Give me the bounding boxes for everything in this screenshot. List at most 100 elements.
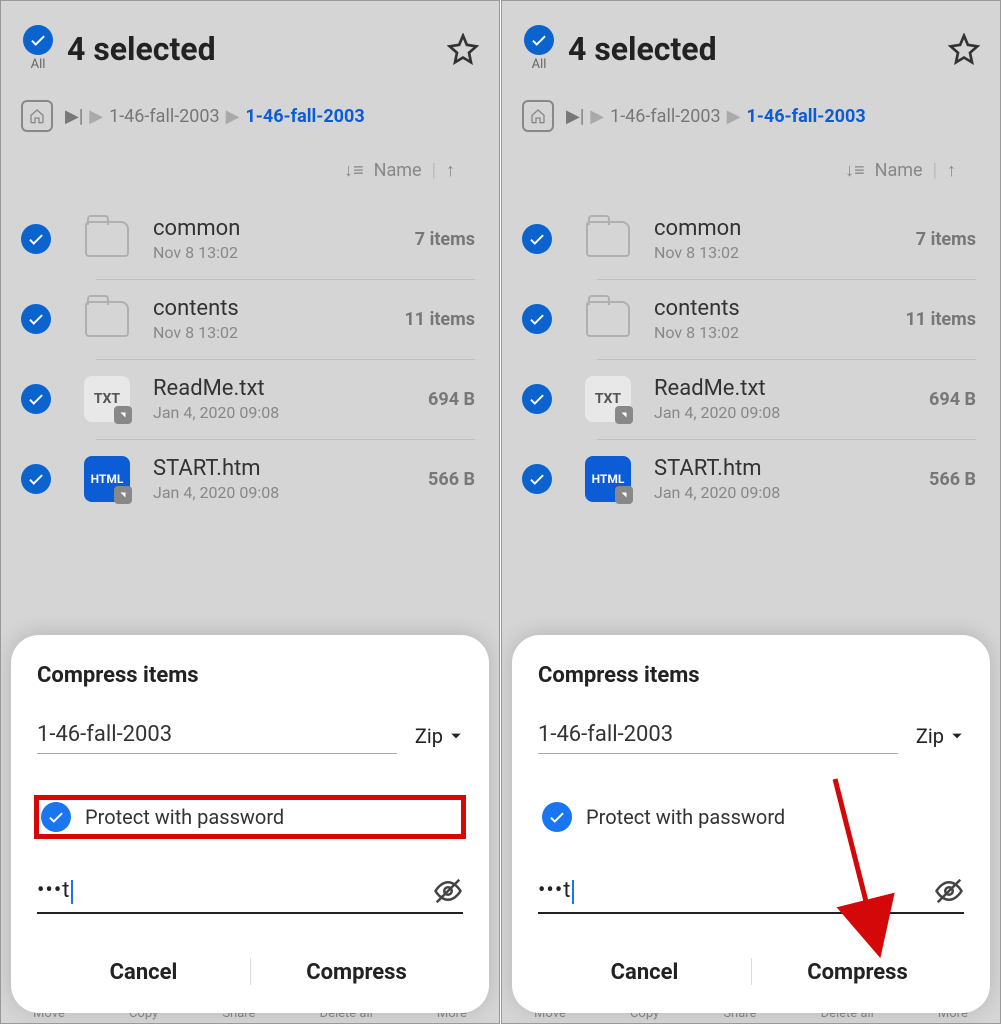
sheet-title: Compress items (538, 663, 964, 688)
compress-sheet: Compress items 1-46-fall-2003 Zip Protec… (11, 635, 489, 1013)
file-list: commonNov 8 13:02 7 items contentsNov 8 … (1, 199, 499, 519)
file-meta: Jan 4, 2020 09:08 (654, 403, 929, 422)
select-all-label: All (532, 57, 547, 72)
screenshot-right: All 4 selected ▶| ▶ 1-46-fall-2003 ▶ 1-4… (501, 0, 1001, 1024)
file-name: START.htm (153, 456, 428, 481)
skip-icon: ▶| (566, 106, 584, 127)
folder-icon (83, 215, 131, 263)
cancel-button[interactable]: Cancel (37, 936, 250, 1013)
compress-sheet: Compress items 1-46-fall-2003 Zip Protec… (512, 635, 990, 1013)
row-checkbox[interactable] (21, 304, 51, 334)
folder-icon (584, 215, 632, 263)
file-size: 694 B (428, 389, 475, 410)
protect-password-toggle[interactable]: Protect with password (37, 798, 463, 836)
row-checkbox[interactable] (522, 304, 552, 334)
html-file-icon: HTML (584, 455, 632, 503)
archive-name-input[interactable]: 1-46-fall-2003 (538, 722, 898, 754)
protect-checkbox[interactable] (542, 802, 572, 832)
toggle-visibility-icon[interactable] (934, 876, 964, 906)
list-item[interactable]: HTML START.htm Jan 4, 2020 09:08 566 B (502, 439, 1000, 519)
file-name: ReadMe.txt (654, 376, 929, 401)
page-title: 4 selected (67, 30, 435, 68)
format-dropdown[interactable]: Zip (916, 724, 964, 754)
file-meta: Jan 4, 2020 09:08 (654, 483, 929, 502)
row-checkbox[interactable] (21, 224, 51, 254)
file-list: common Nov 8 13:02 7 items contents Nov 8 … (502, 199, 1000, 519)
breadcrumb-current[interactable]: 1-46-fall-2003 (245, 106, 364, 127)
row-checkbox[interactable] (21, 384, 51, 414)
list-item[interactable]: common Nov 8 13:02 7 items (502, 199, 1000, 279)
folder-icon (584, 295, 632, 343)
cancel-button[interactable]: Cancel (538, 936, 751, 1013)
screenshot-left: All 4 selected ▶| ▶ 1-46-fall-2003 ▶ 1-4… (0, 0, 500, 1024)
page-title: 4 selected (568, 30, 936, 68)
folder-icon (83, 295, 131, 343)
file-meta: Jan 4, 2020 09:08 (153, 483, 428, 502)
password-input[interactable]: •••t (37, 878, 433, 903)
chevron-right-icon: ▶ (590, 106, 604, 127)
file-size: 11 items (905, 309, 976, 330)
protect-label: Protect with password (85, 805, 284, 829)
txt-file-icon: TXT (83, 375, 131, 423)
file-size: 566 B (929, 469, 976, 490)
file-name: common (654, 216, 916, 241)
list-item[interactable]: TXT ReadMe.txtJan 4, 2020 09:08 694 B (502, 359, 1000, 439)
chevron-right-icon: ▶ (727, 106, 741, 127)
favorite-icon[interactable] (948, 33, 980, 65)
file-name: contents (654, 296, 905, 321)
breadcrumb: ▶| ▶ 1-46-fall-2003 ▶ 1-46-fall-2003 (522, 100, 980, 132)
file-name: ReadMe.txt (153, 376, 428, 401)
html-file-icon: HTML (83, 455, 131, 503)
compress-button[interactable]: Compress (751, 936, 964, 1013)
list-item[interactable]: commonNov 8 13:02 7 items (1, 199, 499, 279)
format-dropdown[interactable]: Zip (415, 724, 463, 754)
chevron-down-icon (449, 729, 463, 743)
breadcrumb-current[interactable]: 1-46-fall-2003 (746, 106, 865, 127)
sort-label[interactable]: Name (374, 160, 422, 181)
file-name: START.htm (654, 456, 929, 481)
select-all-toggle[interactable] (524, 25, 554, 55)
file-name: contents (153, 296, 404, 321)
divider: | (933, 160, 937, 181)
sort-icon[interactable]: ↓≡ (845, 160, 865, 181)
list-item[interactable]: TXT ReadMe.txt Jan 4, 2020 09:08 694 B (1, 359, 499, 439)
row-checkbox[interactable] (522, 224, 552, 254)
chevron-right-icon: ▶ (226, 106, 240, 127)
protect-checkbox[interactable] (41, 802, 71, 832)
sort-label[interactable]: Name (875, 160, 923, 181)
divider: | (432, 160, 436, 181)
file-meta: Nov 8 13:02 (654, 323, 905, 342)
file-size: 11 items (404, 309, 475, 330)
chevron-down-icon (950, 729, 964, 743)
select-all-label: All (31, 57, 46, 72)
file-meta: Jan 4, 2020 09:08 (153, 403, 428, 422)
file-size: 566 B (428, 469, 475, 490)
file-meta: Nov 8 13:02 (153, 243, 415, 262)
file-size: 7 items (916, 229, 976, 250)
home-icon[interactable] (522, 100, 554, 132)
favorite-icon[interactable] (447, 33, 479, 65)
row-checkbox[interactable] (522, 464, 552, 494)
home-icon[interactable] (21, 100, 53, 132)
row-checkbox[interactable] (21, 464, 51, 494)
protect-password-toggle[interactable]: Protect with password (538, 798, 964, 836)
toggle-visibility-icon[interactable] (433, 876, 463, 906)
breadcrumb-parent[interactable]: 1-46-fall-2003 (610, 106, 721, 127)
file-meta: Nov 8 13:02 (654, 243, 916, 262)
archive-name-input[interactable]: 1-46-fall-2003 (37, 722, 397, 754)
select-all-toggle[interactable] (23, 25, 53, 55)
file-name: common (153, 216, 415, 241)
row-checkbox[interactable] (522, 384, 552, 414)
list-item[interactable]: HTML START.htm Jan 4, 2020 09:08 566 B (1, 439, 499, 519)
sort-direction-icon[interactable]: ↑ (446, 160, 455, 181)
compress-button[interactable]: Compress (250, 936, 463, 1013)
sort-icon[interactable]: ↓≡ (344, 160, 364, 181)
file-meta: Nov 8 13:02 (153, 323, 404, 342)
sort-direction-icon[interactable]: ↑ (947, 160, 956, 181)
sheet-title: Compress items (37, 663, 463, 688)
skip-icon: ▶| (65, 106, 83, 127)
breadcrumb-parent[interactable]: 1-46-fall-2003 (109, 106, 220, 127)
list-item[interactable]: contents Nov 8 13:02 11 items (1, 279, 499, 359)
password-input[interactable]: •••t (538, 878, 934, 903)
list-item[interactable]: contents Nov 8 13:02 11 items (502, 279, 1000, 359)
